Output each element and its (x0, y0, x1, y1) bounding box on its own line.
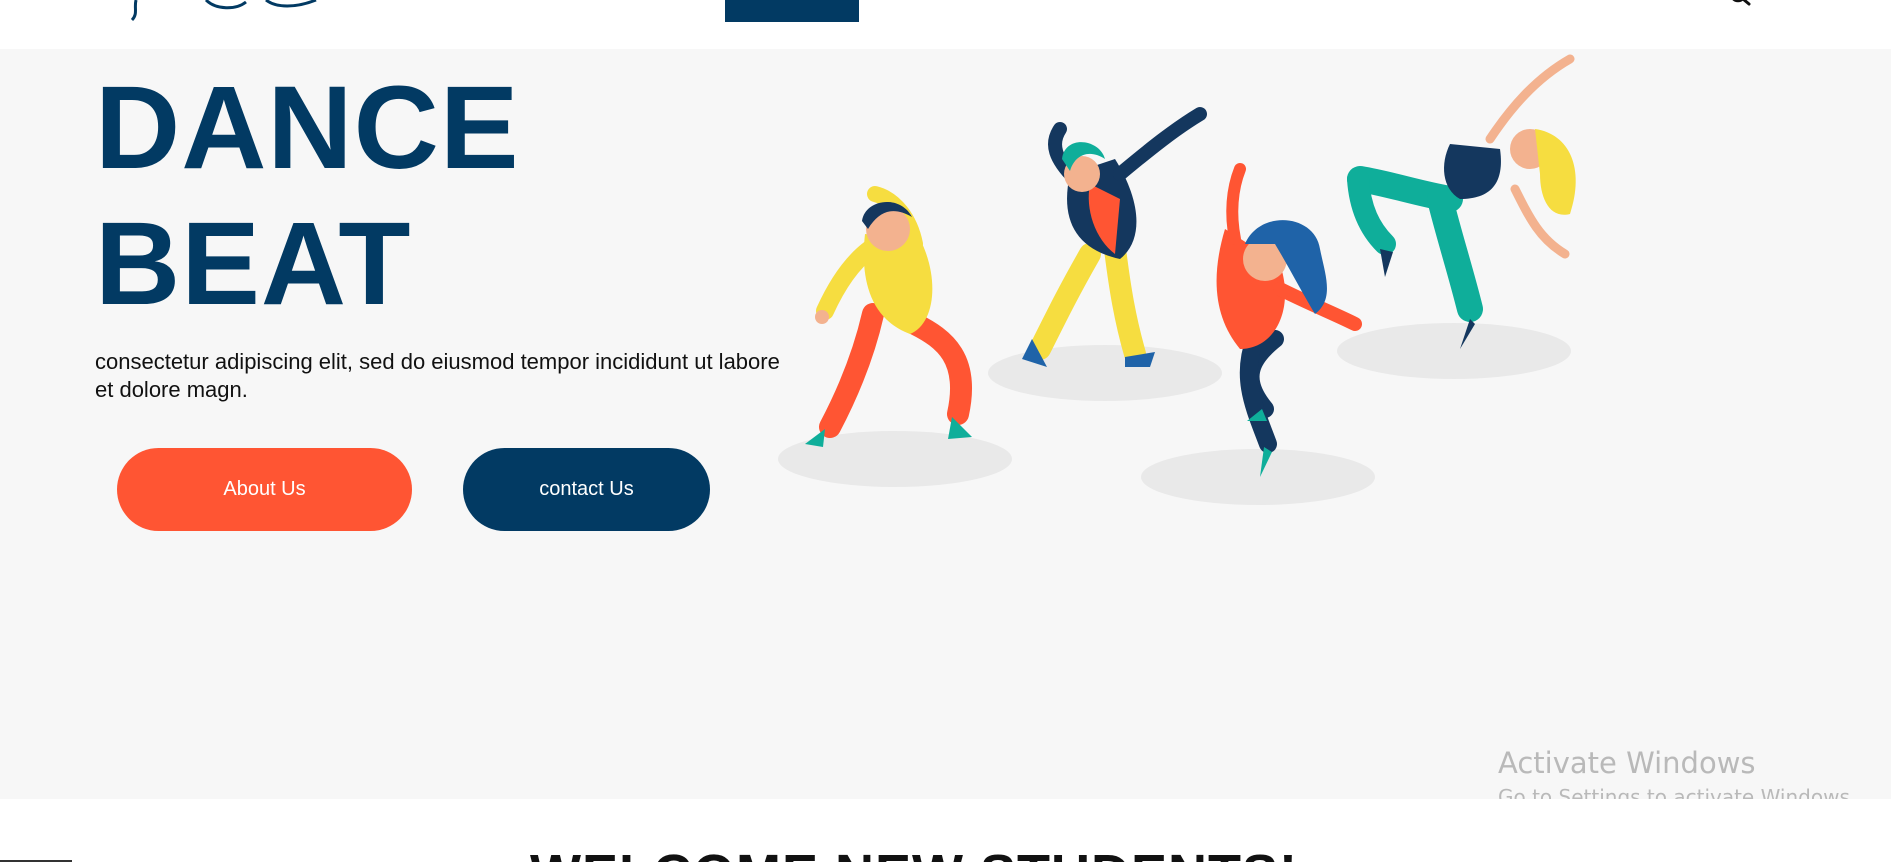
nav-item-active[interactable] (725, 0, 859, 22)
hero-title-line1: DANCE (95, 62, 520, 194)
dancer-3 (1216, 163, 1362, 477)
dancer-4 (1347, 54, 1576, 349)
dancer-1 (805, 186, 973, 447)
search-icon[interactable] (1728, 0, 1752, 6)
dancers-illustration (770, 49, 1610, 519)
about-us-button[interactable]: About Us (117, 448, 412, 531)
site-header (0, 0, 1891, 49)
welcome-heading: WELCOME NEW STUDENTS! (530, 843, 1298, 862)
welcome-section: WELCOME NEW STUDENTS! (0, 799, 1891, 862)
hero-title: DANCE BEAT (95, 60, 520, 332)
contact-us-button[interactable]: contact Us (463, 448, 710, 531)
hero-title-line2: BEAT (95, 198, 412, 330)
site-logo[interactable] (126, 0, 321, 22)
watermark-title: Activate Windows (1498, 746, 1756, 780)
dancer-2 (1022, 107, 1207, 367)
hero-description: consectetur adipiscing elit, sed do eius… (95, 349, 780, 402)
